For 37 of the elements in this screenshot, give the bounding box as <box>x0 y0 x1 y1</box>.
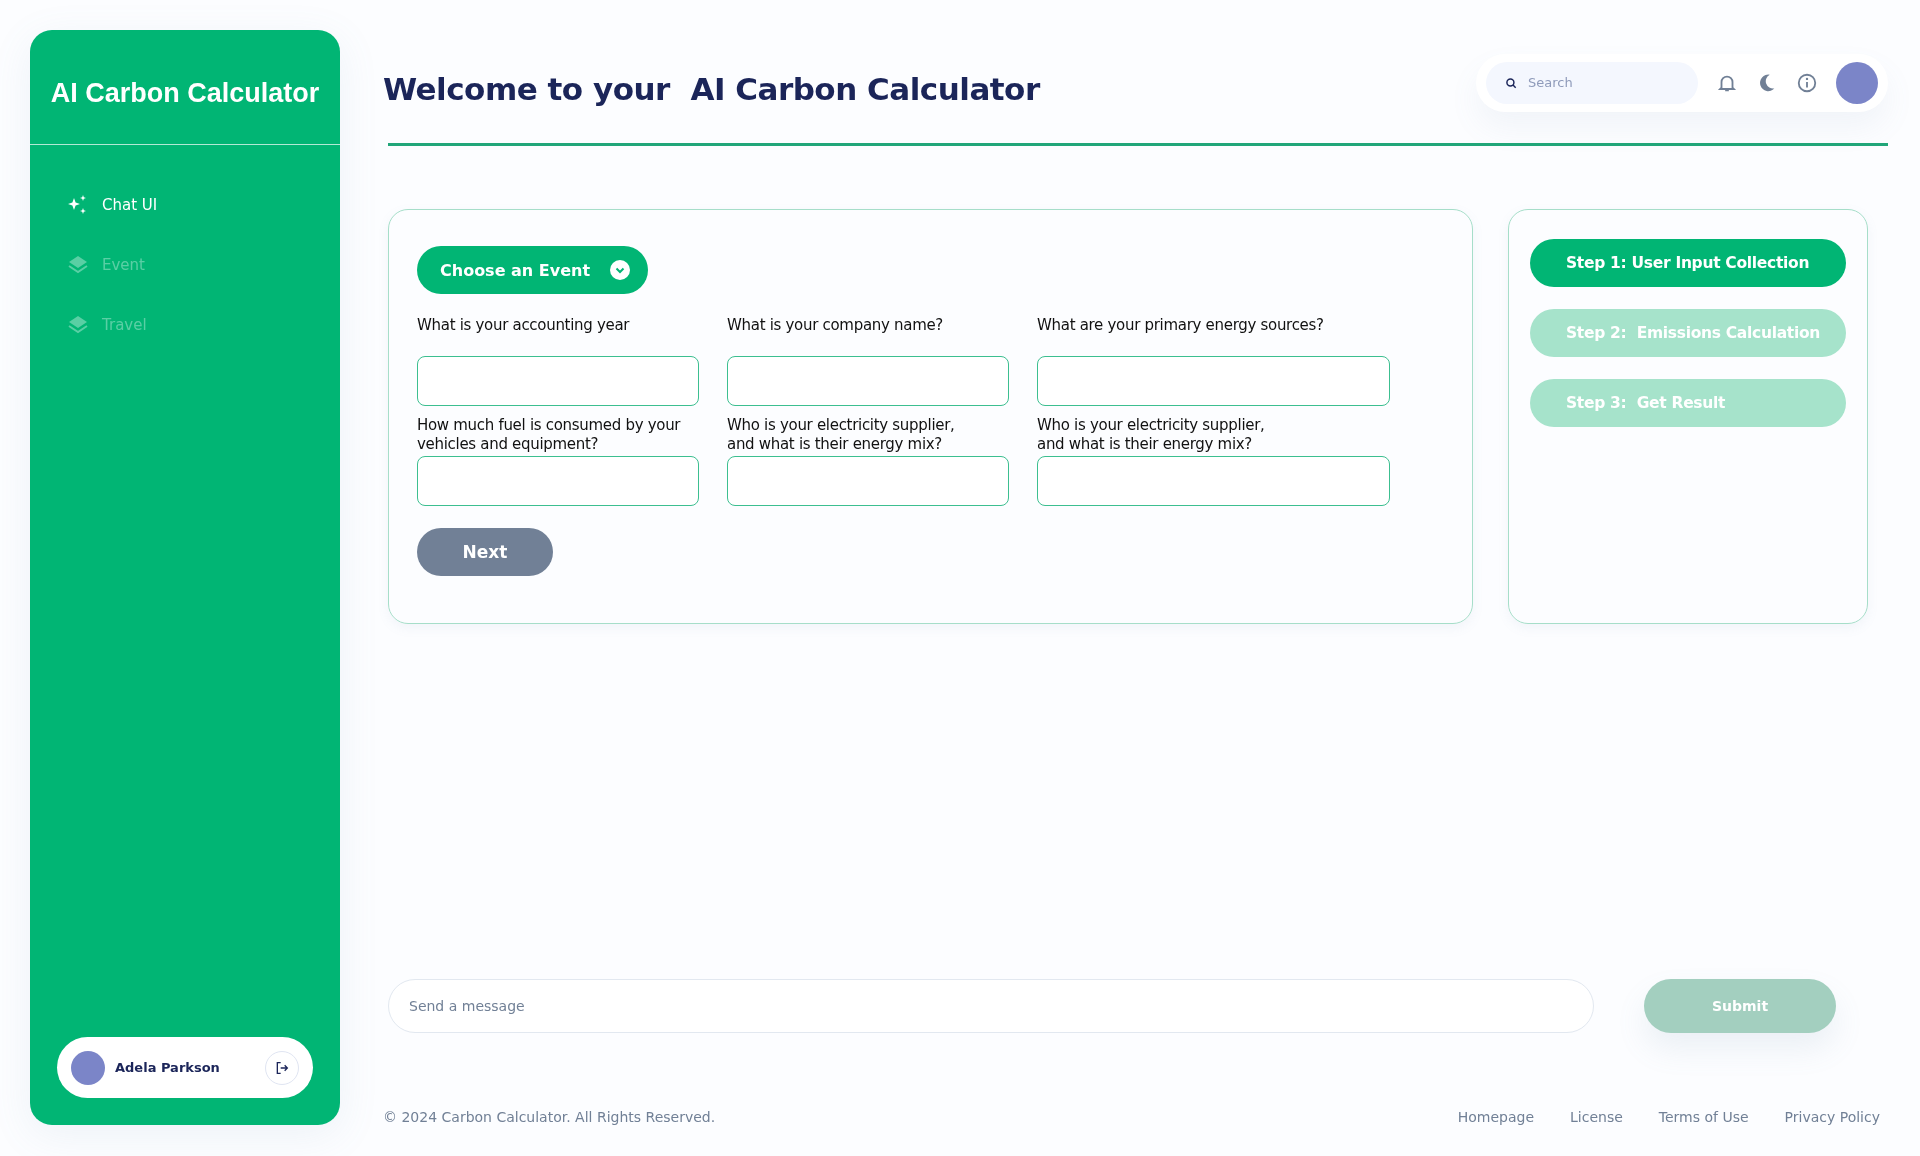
next-button[interactable]: Next <box>417 528 553 576</box>
sidebar-item[interactable]: Chat UI <box>66 193 340 217</box>
app-logo: AI Carbon Calculator <box>49 77 321 110</box>
field-label: How much fuel is consumed by your vehicles and equipment? <box>417 416 682 454</box>
input-field[interactable] <box>727 456 1009 506</box>
page-title: Welcome to your AI Carbon Calculator <box>383 70 1040 107</box>
field-label: What is your accounting year <box>417 316 631 336</box>
sidebar-item[interactable]: Travel <box>66 313 340 337</box>
footer-link[interactable]: Terms of Use <box>1658 1109 1749 1125</box>
input-field[interactable] <box>417 456 699 506</box>
info-icon[interactable] <box>1796 71 1818 94</box>
footer-link[interactable]: Privacy Policy <box>1784 1109 1880 1125</box>
input-field[interactable] <box>1037 456 1390 506</box>
field-label: What is your company name? <box>727 316 945 336</box>
logout-button[interactable] <box>265 1050 299 1085</box>
step-button[interactable]: Step 1: User Input Collection <box>1530 239 1846 287</box>
field-label: Who is your electricity supplier, and what is their energy mix? <box>727 416 956 454</box>
input-field[interactable] <box>727 356 1009 406</box>
message-field[interactable]: Send a message <box>388 979 1594 1033</box>
input-field[interactable] <box>1037 356 1390 406</box>
footer-link[interactable]: Homepage <box>1457 1109 1534 1125</box>
field-label: Who is your electricity supplier, and what is their energy mix? <box>1037 416 1266 454</box>
avatar[interactable] <box>1836 61 1878 104</box>
search-field[interactable]: Search <box>1486 61 1698 104</box>
field-label: What are your primary energy sources? <box>1037 316 1325 336</box>
step-button[interactable]: Step 2: Emissions Calculation <box>1530 309 1846 357</box>
step-button[interactable]: Step 3: Get Result <box>1530 379 1846 427</box>
copyright-text: © 2024 Carbon Calculator. All Rights Reserved. <box>383 1109 716 1125</box>
logout-icon <box>274 1059 290 1076</box>
avatar <box>71 1050 105 1085</box>
input-field[interactable] <box>417 356 699 406</box>
chevron-down-icon <box>610 260 631 280</box>
footer-link[interactable]: License <box>1570 1109 1623 1125</box>
sidebar-item[interactable]: Event <box>66 253 340 277</box>
event-dropdown[interactable]: Choose an Event <box>417 246 649 294</box>
submit-button[interactable]: Submit <box>1644 979 1836 1033</box>
user-name: Adela Parkson <box>115 1060 221 1075</box>
